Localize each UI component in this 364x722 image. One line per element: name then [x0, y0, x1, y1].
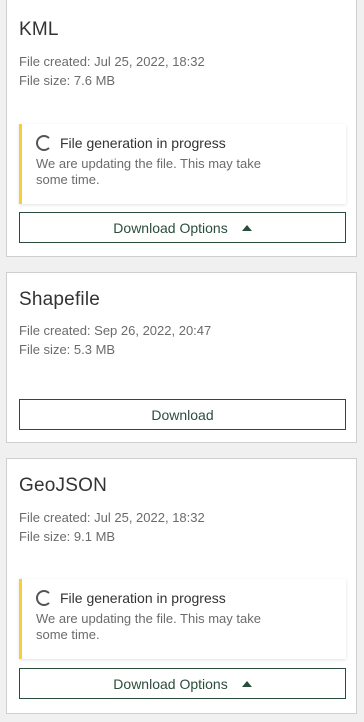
notice-body: We are updating the file. This may take … — [36, 156, 261, 187]
generation-notice: File generation in progress We are updat… — [19, 579, 346, 659]
file-size-text: File size: 5.3 MB — [19, 342, 116, 357]
file-size-text: File size: 7.6 MB — [19, 73, 116, 88]
caret-up-icon — [241, 680, 252, 687]
file-created-text: File created: Jul 25, 2022, 18:32 — [19, 54, 205, 69]
file-created-text: File created: Jul 25, 2022, 18:32 — [19, 510, 205, 525]
spinner-icon — [36, 590, 52, 606]
caret-up-icon — [241, 224, 252, 231]
card-title: Shapefile — [19, 289, 101, 310]
download-options-button[interactable]: Download Options — [19, 668, 346, 699]
card-title: GeoJSON — [19, 475, 107, 496]
card-title: KML — [19, 19, 59, 40]
export-card-geojson: GeoJSON File created: Jul 25, 2022, 18:3… — [6, 458, 357, 714]
notice-title: File generation in progress — [60, 135, 226, 151]
file-size-text: File size: 9.1 MB — [19, 529, 116, 544]
download-button[interactable]: Download — [19, 399, 346, 430]
file-created-text: File created: Sep 26, 2022, 20:47 — [19, 323, 212, 338]
notice-title: File generation in progress — [60, 590, 226, 606]
button-label: Download — [151, 406, 214, 423]
export-card-shapefile: Shapefile File created: Sep 26, 2022, 20… — [6, 272, 357, 443]
export-card-kml: KML File created: Jul 25, 2022, 18:32 Fi… — [6, 0, 357, 257]
notice-header: File generation in progress — [36, 589, 336, 607]
button-label: Download Options — [113, 219, 228, 236]
download-options-button[interactable]: Download Options — [19, 212, 346, 243]
button-label: Download Options — [113, 675, 228, 692]
generation-notice: File generation in progress We are updat… — [19, 124, 346, 204]
notice-header: File generation in progress — [36, 134, 336, 152]
spinner-icon — [36, 135, 52, 151]
notice-body: We are updating the file. This may take … — [36, 611, 261, 642]
